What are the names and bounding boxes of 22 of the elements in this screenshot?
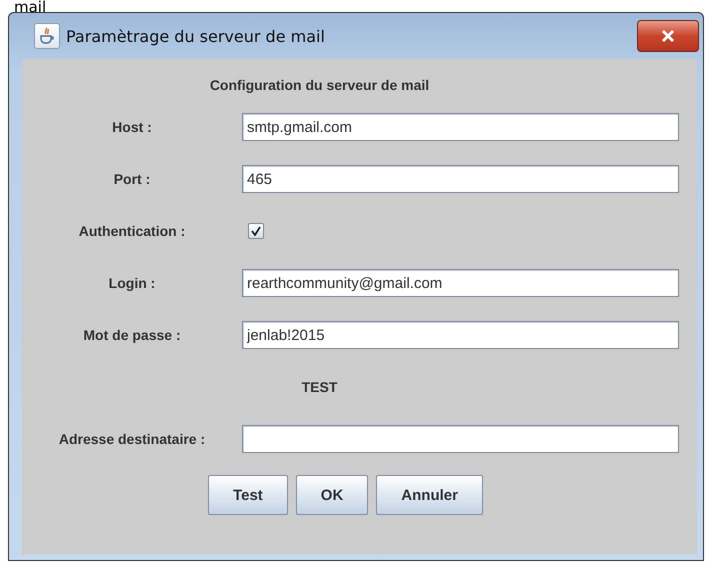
input-field[interactable]: 465 (242, 165, 679, 193)
dialog-button[interactable]: Test (208, 475, 288, 515)
form-heading: Configuration du serveur de mail (208, 76, 430, 95)
input-field[interactable]: rearthcommunity@gmail.com (242, 269, 679, 297)
close-icon (660, 29, 676, 43)
dialog-button[interactable]: Annuler (376, 475, 483, 515)
field-label: Authentication : (78, 223, 186, 239)
dialog-button[interactable]: OK (296, 475, 368, 515)
input-field[interactable]: smtp.gmail.com (242, 113, 679, 141)
field-label: Adresse destinataire : (58, 431, 206, 447)
input-field[interactable]: jenlab!2015 (242, 321, 679, 349)
section-heading: TEST (300, 379, 338, 395)
coffee-cup-icon (34, 23, 60, 49)
field-label: Port : (112, 171, 152, 187)
window-title: Paramètrage du serveur de mail (66, 26, 326, 46)
checkbox[interactable] (248, 223, 264, 239)
input-field[interactable] (242, 425, 679, 453)
page-caption: mail (13, 0, 48, 12)
field-label: Login : (108, 275, 156, 291)
field-label: Mot de passe : (82, 327, 182, 343)
close-button[interactable] (637, 20, 699, 52)
field-label: Host : (111, 119, 153, 135)
